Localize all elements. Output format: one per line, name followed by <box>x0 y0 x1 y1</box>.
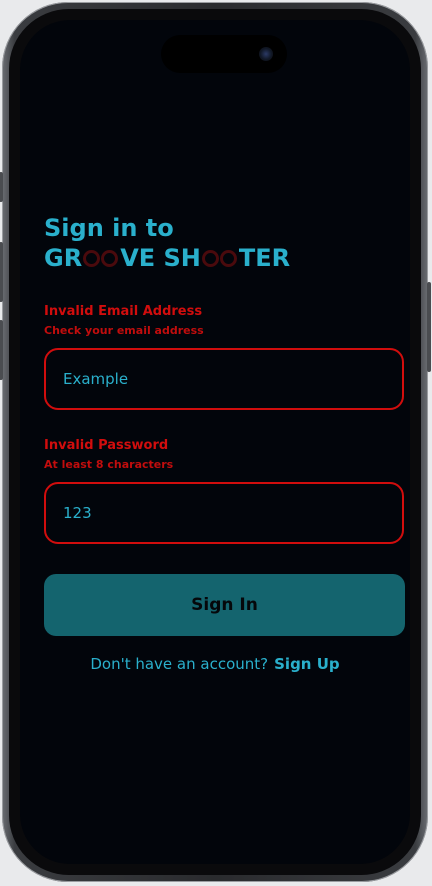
signup-prompt: Don't have an account? Sign Up <box>20 655 410 673</box>
volume-down-button <box>0 320 3 380</box>
password-error-subtitle: At least 8 characters <box>44 458 174 471</box>
password-error-title: Invalid Password <box>44 438 169 453</box>
brand-title: GR VE SH TER <box>44 243 290 273</box>
page-title: Sign in to GR VE SH TER <box>44 213 290 273</box>
sign-in-button[interactable]: Sign In <box>44 574 405 636</box>
volume-up-button <box>0 242 3 302</box>
title-line1: Sign in to <box>44 214 174 242</box>
screen: Sign in to GR VE SH TER Invalid Email Ad… <box>20 20 410 864</box>
ring-o-icon <box>83 249 101 267</box>
ring-o-icon <box>201 249 219 267</box>
bezel: Sign in to GR VE SH TER Invalid Email Ad… <box>9 9 421 875</box>
dynamic-island <box>161 35 287 73</box>
email-error-title: Invalid Email Address <box>44 304 203 319</box>
power-button <box>427 282 431 372</box>
phone-frame: Sign in to GR VE SH TER Invalid Email Ad… <box>0 2 431 882</box>
email-field[interactable]: Example <box>44 348 404 410</box>
sign-up-link[interactable]: Sign Up <box>274 655 340 673</box>
password-field[interactable]: 123 <box>44 482 404 544</box>
brand-part2: VE SH <box>120 244 201 272</box>
brand-part3: TER <box>238 244 291 272</box>
email-error-subtitle: Check your email address <box>44 324 204 337</box>
signup-prompt-text: Don't have an account? <box>90 655 269 673</box>
action-button <box>0 172 3 202</box>
ring-o-icon <box>101 249 119 267</box>
brand-part1: GR <box>44 244 83 272</box>
ring-o-icon <box>219 249 237 267</box>
camera-icon <box>259 47 273 61</box>
